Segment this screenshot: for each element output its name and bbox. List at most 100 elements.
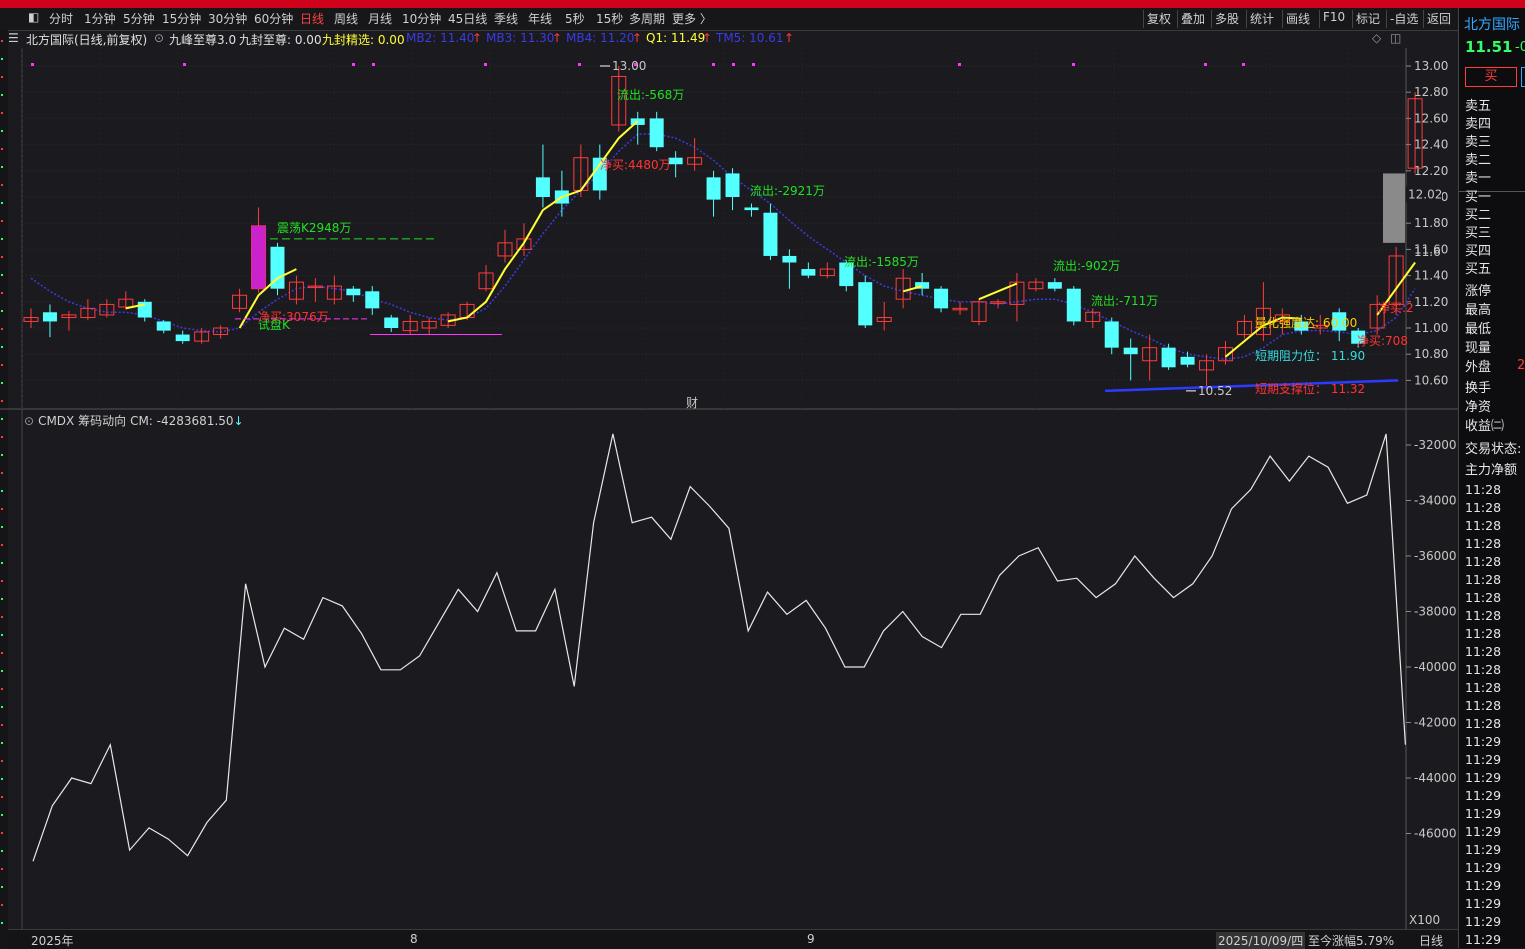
panel-price: 11.51	[1465, 38, 1513, 56]
toolbar-button-0[interactable]: 复权	[1147, 10, 1171, 27]
min-price-label: 10.52	[1198, 384, 1232, 398]
period-toolbar: ◧ 分时 1分钟 5分钟 15分钟 30分钟 60分钟 日线 周线 月线 10分钟 45日线 季线 年线…	[0, 8, 1458, 31]
order-book-row-5[interactable]: 买一	[1465, 186, 1491, 205]
diamond-icon[interactable]: ◇	[1372, 31, 1381, 45]
jingxuan-value: 九封精选: 0.00	[322, 33, 405, 47]
candle-body	[535, 177, 550, 197]
toolbar-button-6[interactable]: 标记	[1356, 10, 1380, 27]
chart-annotation-5: 流出:-2921万	[750, 184, 825, 198]
price-tick-label: 12.80	[1414, 85, 1448, 99]
order-book-row-1[interactable]: 卖四	[1465, 113, 1491, 132]
order-book-row-4[interactable]: 卖一	[1465, 167, 1491, 186]
order-book-row-6[interactable]: 买二	[1465, 204, 1491, 223]
stat-row-3: 现量	[1465, 341, 1492, 356]
x-label-sep: 9	[807, 932, 815, 946]
candle-body	[137, 301, 152, 318]
chart-annotation-7: 流出:-902万	[1053, 259, 1120, 273]
mb2-arrow: ↑	[472, 31, 483, 45]
price-tick-label: 13.00	[1414, 59, 1448, 73]
panel-change: -0	[1515, 40, 1525, 55]
buy-button[interactable]: 买	[1465, 67, 1517, 87]
main-net-amount: 主力净额	[1465, 463, 1518, 478]
tab-6[interactable]: 日线	[300, 10, 324, 27]
tick-time-4: 11:28	[1465, 554, 1502, 569]
tab-5[interactable]: 60分钟	[254, 10, 293, 27]
tab-12[interactable]: 年线	[528, 10, 552, 27]
tab-10[interactable]: 45日线	[448, 10, 487, 27]
tick-time-6: 11:28	[1465, 590, 1502, 605]
order-book-row-8[interactable]: 买四	[1465, 240, 1491, 259]
tab-7[interactable]: 周线	[334, 10, 358, 27]
tick-time-19: 11:29	[1465, 824, 1502, 839]
order-book-row-2[interactable]: 卖三	[1465, 131, 1491, 150]
candle-body	[934, 288, 949, 309]
tm5-arrow: ↑	[784, 31, 795, 45]
chart-annotation-6: 流出:-1585万	[844, 255, 919, 269]
tab-1[interactable]: 1分钟	[84, 10, 116, 27]
q1-value: Q1: 11.49	[646, 31, 706, 45]
cai-label: 财	[686, 396, 698, 410]
menu-icon[interactable]: ☰	[8, 31, 19, 45]
tab-3[interactable]: 15分钟	[162, 10, 201, 27]
tab-15[interactable]: 多周期	[629, 10, 665, 27]
tab-4[interactable]: 30分钟	[208, 10, 247, 27]
tab-11[interactable]: 季线	[494, 10, 518, 27]
order-book-row-3[interactable]: 卖二	[1465, 149, 1491, 168]
candle-body	[801, 269, 816, 276]
candle-body	[384, 317, 399, 328]
price-tick-label: 11.80	[1414, 216, 1448, 230]
jiufeng-value: 九封至尊: 0.00	[239, 33, 322, 47]
candlestick-chart[interactable]: 13.0012.8012.6012.4012.2012.0011.8011.60…	[0, 48, 1458, 410]
sub-indicator-name[interactable]: CMDX 筹码动向	[38, 414, 126, 428]
tick-time-23: 11:29	[1465, 896, 1502, 911]
order-book-row-9[interactable]: 买五	[1465, 258, 1491, 277]
order-book-row-0[interactable]: 卖五	[1465, 95, 1491, 114]
sidebar-toggle-icon[interactable]: ◧	[28, 10, 39, 24]
mb3-arrow: ↑	[552, 31, 563, 45]
tick-time-20: 11:29	[1465, 842, 1502, 857]
toolbar-button-4[interactable]: 画线	[1286, 10, 1310, 27]
price-tick-label: 11.00	[1414, 321, 1448, 335]
tab-0[interactable]: 分时	[49, 10, 73, 27]
stat-row-0: 涨停	[1465, 284, 1492, 299]
candle-body	[1104, 321, 1119, 348]
signal-marker	[1242, 63, 1245, 66]
chart-annotation-2: 试盘K	[258, 317, 291, 332]
x-label-year: 2025年	[31, 934, 74, 948]
toolbar-button-5[interactable]: F10	[1323, 10, 1345, 24]
current-bar-box	[1383, 173, 1405, 243]
window-toggle-icon[interactable]: ◫	[1390, 31, 1401, 45]
sub-y-tick-label: -36000	[1414, 549, 1457, 563]
tab-16[interactable]: 更多 〉	[672, 10, 712, 27]
tab-8[interactable]: 月线	[368, 10, 392, 27]
signal-marker	[484, 63, 487, 66]
cmdx-chart[interactable]: -32000 -34000 -36000 -38000 -40000 -42000 -440…	[0, 410, 1458, 929]
tab-9[interactable]: 10分钟	[402, 10, 441, 27]
sub-y-tick-label: -40000	[1414, 660, 1457, 674]
toolbar-button-2[interactable]: 多股	[1215, 10, 1239, 27]
order-book-row-7[interactable]: 买三	[1465, 222, 1491, 241]
toolbar-button-3[interactable]: 统计	[1250, 10, 1274, 27]
signal-marker	[352, 63, 355, 66]
cm-value: CM: -4283681.50	[130, 414, 234, 428]
indicator-dropdown-icon[interactable]: ⊙	[154, 31, 164, 45]
mb2-value: MB2: 11.40	[406, 31, 475, 45]
chart-annotation-12: 净买:708	[1357, 334, 1408, 348]
sell-button-edge[interactable]	[1521, 67, 1525, 87]
period-label[interactable]: 日线	[1419, 932, 1443, 949]
tab-2[interactable]: 5分钟	[123, 10, 155, 27]
toolbar-button-1[interactable]: 叠加	[1181, 10, 1205, 27]
toolbar-button-7[interactable]: -自选	[1390, 10, 1418, 27]
tick-time-8: 11:28	[1465, 626, 1502, 641]
trade-status: 交易状态:	[1465, 442, 1522, 457]
tab-14[interactable]: 15秒	[596, 10, 623, 27]
tab-13[interactable]: 5秒	[565, 10, 585, 27]
sub-indicator-dropdown-icon[interactable]: ⊙	[24, 414, 34, 428]
tick-time-11: 11:28	[1465, 680, 1502, 695]
toolbar-button-8[interactable]: 返回	[1427, 10, 1451, 27]
indicator-name[interactable]: 九峰至尊3.0	[169, 31, 236, 48]
sub-y-tick-label: -46000	[1414, 827, 1457, 841]
toolbar-separator	[1246, 10, 1247, 28]
tick-time-13: 11:28	[1465, 716, 1502, 731]
tick-time-18: 11:29	[1465, 806, 1502, 821]
